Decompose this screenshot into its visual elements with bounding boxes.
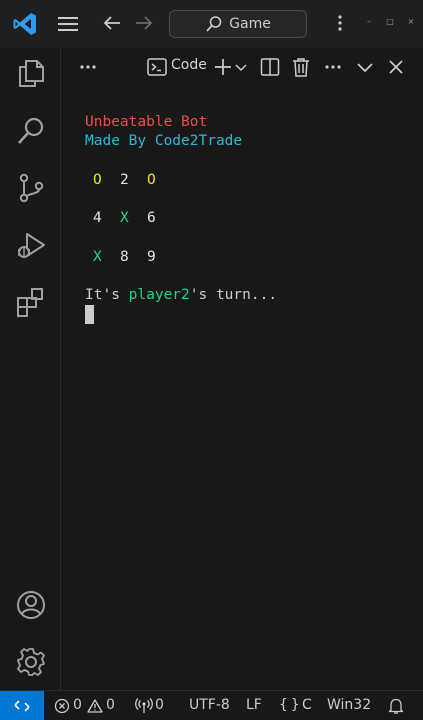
kill-terminal-trash-icon[interactable] <box>290 56 312 78</box>
search-sidebar-icon[interactable] <box>15 115 47 147</box>
panel-more-actions-icon[interactable] <box>77 56 99 78</box>
turn-prefix: It's <box>85 287 129 303</box>
search-icon <box>206 16 222 32</box>
vscode-logo-icon[interactable] <box>12 11 38 37</box>
board-cell: 2 <box>120 172 129 188</box>
title-bar: Game – □ × <box>0 0 423 48</box>
activity-bar <box>0 48 61 690</box>
maximize-panel-chevron-icon[interactable] <box>354 56 376 78</box>
notifications-bell-icon[interactable] <box>387 697 405 715</box>
terminal-prompt-icon[interactable] <box>146 56 168 78</box>
board-cell: X <box>93 249 102 265</box>
ports-count[interactable]: 0 <box>155 697 164 713</box>
command-center-search[interactable]: Game <box>169 10 307 38</box>
turn-suffix: 's turn... <box>189 287 278 303</box>
explorer-icon[interactable] <box>15 57 47 89</box>
back-arrow-icon[interactable] <box>101 12 123 34</box>
turn-player: player2 <box>128 287 190 303</box>
close-panel-icon[interactable] <box>385 56 407 78</box>
turn-line: It's player2's turn... <box>85 287 277 303</box>
subtitle-line: Made By Code2Trade <box>85 133 243 149</box>
run-debug-icon[interactable] <box>15 230 47 262</box>
accounts-icon[interactable] <box>15 589 47 621</box>
terminal-name-label[interactable]: Code <box>171 57 207 73</box>
remote-indicator-button[interactable] <box>0 691 44 720</box>
board-cell: 8 <box>120 249 129 265</box>
status-bar: 0 0 0 UTF-8 LF { } C Win32 <box>0 690 423 720</box>
search-label: Game <box>229 16 271 32</box>
terminal-panel-header: Code <box>61 48 423 86</box>
terminal-cursor[interactable] <box>85 305 94 324</box>
terminal-output[interactable]: Unbeatable Bot Made By Code2Trade O 2 O … <box>61 86 423 690</box>
extensions-icon[interactable] <box>15 286 47 318</box>
board-cell: X <box>120 210 129 226</box>
board-cell: 6 <box>147 210 156 226</box>
remote-icon <box>14 700 30 712</box>
encoding-indicator[interactable]: UTF-8 <box>189 697 230 713</box>
warning-icon[interactable] <box>87 698 103 714</box>
vscode-window: Game – □ × Code Unbeatable Bot Made By C… <box>0 0 423 720</box>
settings-gear-icon[interactable] <box>15 646 47 678</box>
board-cell: 9 <box>147 249 156 265</box>
split-terminal-icon[interactable] <box>259 56 281 78</box>
close-window-icon[interactable]: × <box>405 17 417 26</box>
maximize-icon[interactable]: □ <box>384 17 396 26</box>
warning-count[interactable]: 0 <box>106 697 115 713</box>
source-control-icon[interactable] <box>15 172 47 204</box>
title-line: Unbeatable Bot <box>85 114 208 130</box>
board-cell: 4 <box>93 210 102 226</box>
terminal-more-actions-icon[interactable] <box>322 56 344 78</box>
new-terminal-plus-icon[interactable] <box>212 56 234 78</box>
error-icon[interactable] <box>54 698 70 714</box>
line-ending-indicator[interactable]: LF <box>246 697 262 713</box>
copilot-menu-icon[interactable] <box>330 12 350 34</box>
board-cell: O <box>147 172 156 188</box>
language-mode-indicator[interactable]: C <box>302 697 312 713</box>
hamburger-menu-icon[interactable] <box>56 14 80 34</box>
error-count[interactable]: 0 <box>73 697 82 713</box>
ports-broadcast-icon[interactable] <box>135 697 153 715</box>
platform-indicator[interactable]: Win32 <box>327 697 371 713</box>
minimize-icon[interactable]: – <box>363 17 375 26</box>
board-cell: O <box>93 172 102 188</box>
terminal-dropdown-chevron-icon[interactable] <box>234 56 248 78</box>
language-braces-icon[interactable]: { } <box>279 697 300 713</box>
forward-arrow-icon[interactable] <box>133 12 155 34</box>
